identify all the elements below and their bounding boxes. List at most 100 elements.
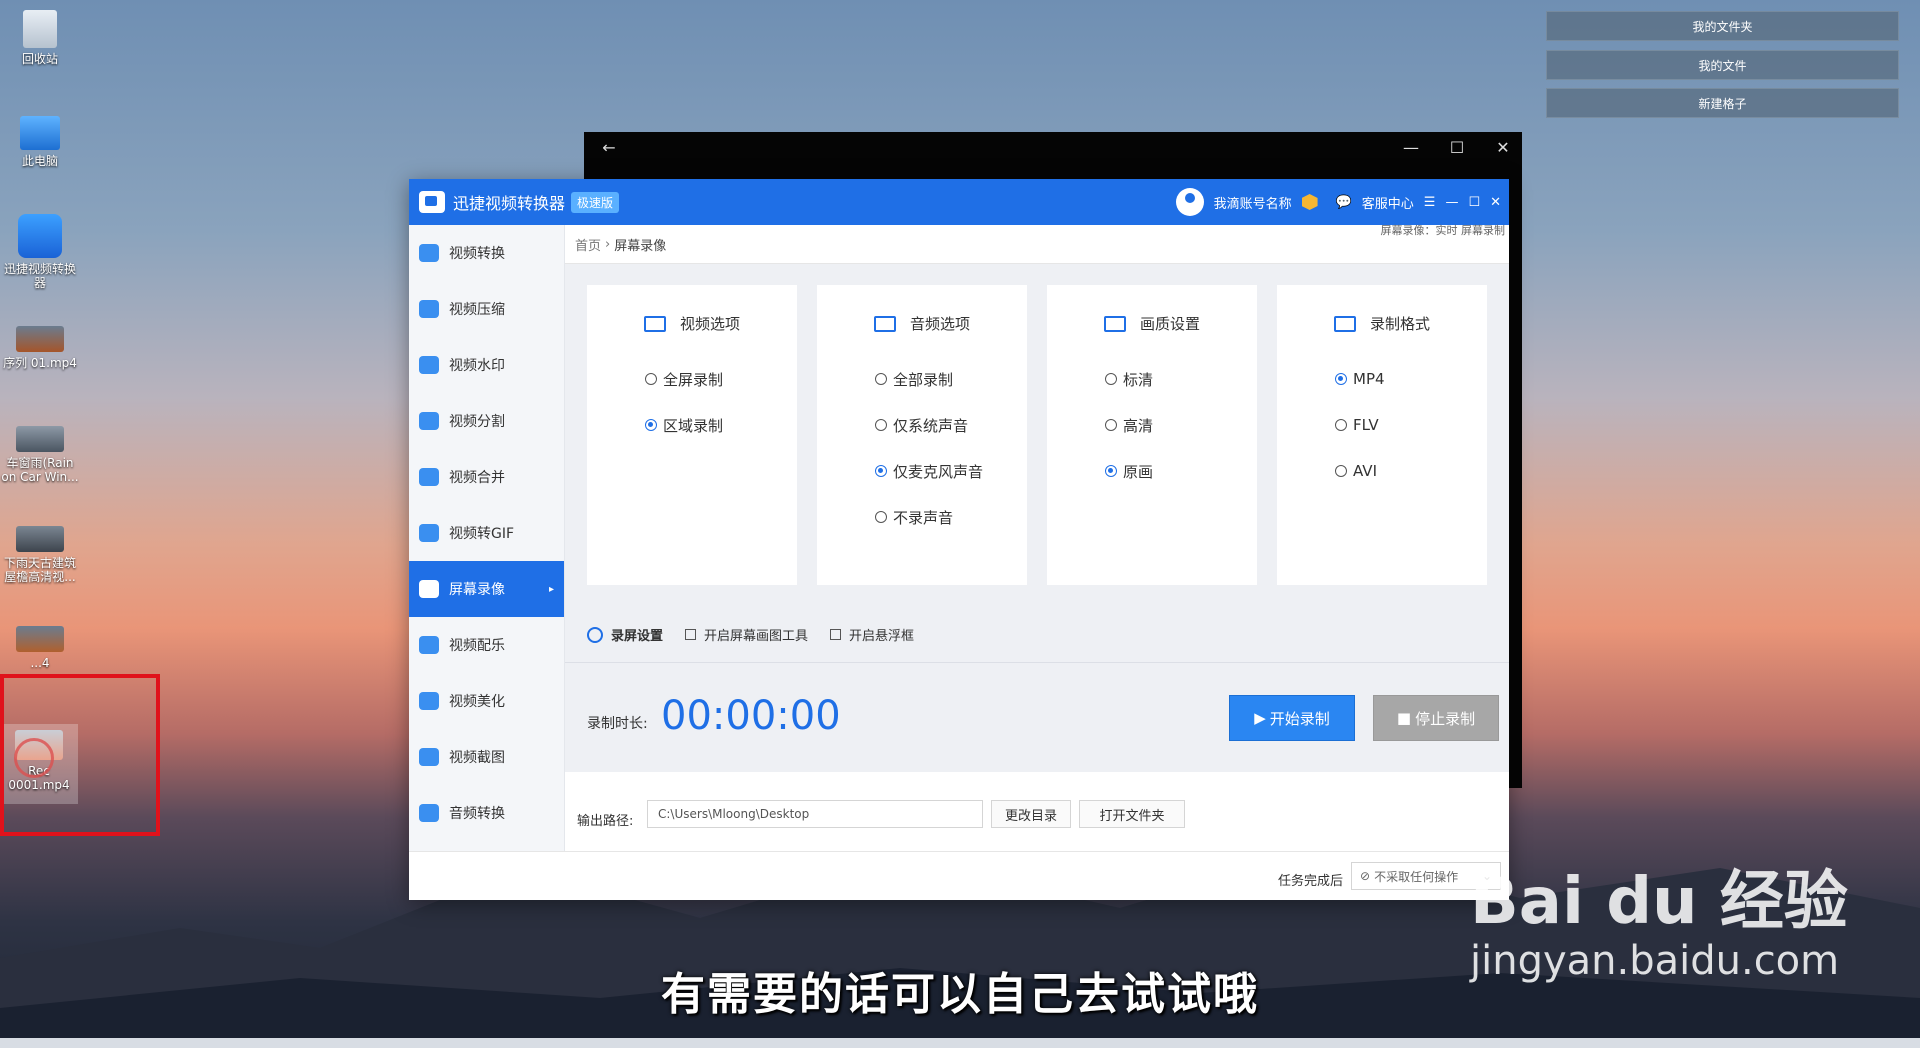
breadcrumb-current: 屏幕录像 <box>614 238 667 254</box>
quality-options-card: 画质设置 标清 高清 原画 <box>1047 285 1257 585</box>
card-title: 视频选项 <box>679 315 740 333</box>
minimize-icon[interactable]: — <box>1396 138 1426 157</box>
radio-button[interactable] <box>875 419 887 431</box>
video-thumbnail-icon <box>16 426 64 452</box>
this-pc-icon[interactable]: 此电脑 <box>0 116 80 168</box>
radio-fullscreen[interactable]: 全屏录制 <box>587 356 797 402</box>
radio-button[interactable] <box>875 373 887 385</box>
drawing-tool-checkbox[interactable] <box>685 629 697 640</box>
radio-all-audio[interactable]: 全部录制 <box>817 356 1027 402</box>
radio-original[interactable]: 原画 <box>1047 448 1257 494</box>
customer-service-link[interactable]: 客服中心 <box>1362 193 1414 212</box>
right-button-my-files[interactable]: 我的文件 <box>1546 50 1899 80</box>
sidebar-item-video-merge[interactable]: 视频合并 <box>409 449 564 505</box>
recycle-bin-icon[interactable]: 回收站 <box>0 10 80 66</box>
radio-mic-audio[interactable]: 仅麦克风声音 <box>817 448 1027 494</box>
sidebar-item-screen-record[interactable]: 屏幕录像 <box>409 561 564 617</box>
sidebar-item-audio-convert[interactable]: 音频转换 <box>409 785 564 841</box>
app-maximize-icon[interactable]: ☐ <box>1468 195 1480 210</box>
radio-flv[interactable]: FLV <box>1277 402 1487 448</box>
sidebar-item-video-beautify[interactable]: 视频美化 <box>409 673 564 729</box>
right-button-my-folder[interactable]: 我的文件夹 <box>1546 11 1899 41</box>
sidebar-item-label: 视频压缩 <box>449 302 505 318</box>
record-settings-label[interactable]: 录屏设置 <box>611 625 663 644</box>
radio-button-selected[interactable] <box>1335 373 1347 385</box>
after-task-label: 任务完成后 <box>1277 874 1343 889</box>
sidebar-item-video-compress[interactable]: 视频压缩 <box>409 281 564 337</box>
drawing-tool-label[interactable]: 开启屏幕画图工具 <box>704 625 808 644</box>
record-timer: 00:00:00 <box>661 693 841 739</box>
chat-bubble-icon: 💬 <box>1335 194 1352 210</box>
desktop-icon-label: 车窗雨(Rain on Car Win... <box>1 456 79 484</box>
menu-icon[interactable]: ☰ <box>1424 195 1436 210</box>
account-name[interactable]: 我滴账号名称 <box>1214 193 1292 212</box>
breadcrumb-separator-icon: › <box>605 236 611 252</box>
sidebar-item-video-screenshot[interactable]: 视频截图 <box>409 729 564 785</box>
radio-button-selected[interactable] <box>645 419 657 431</box>
video-file-4-icon[interactable]: ...4 <box>0 626 80 670</box>
video-thumbnail-icon <box>16 326 64 352</box>
radio-no-audio[interactable]: 不录声音 <box>817 494 1027 540</box>
video-file-2-icon[interactable]: 车窗雨(Rain on Car Win... <box>0 426 80 484</box>
gear-icon[interactable] <box>587 626 603 643</box>
format-options-card: 录制格式 MP4 FLV AVI <box>1277 285 1487 585</box>
video-file-3-icon[interactable]: 下雨天古建筑屋檐高清视... <box>0 526 80 584</box>
after-task-value: 不采取任何操作 <box>1374 869 1459 884</box>
video-options-card: 视频选项 全屏录制 区域录制 <box>587 285 797 585</box>
radio-avi[interactable]: AVI <box>1277 448 1487 494</box>
record-settings-row: 录屏设置 开启屏幕画图工具 开启悬浮框 <box>587 625 914 644</box>
radio-sd[interactable]: 标清 <box>1047 356 1257 402</box>
card-title: 音频选项 <box>909 315 970 333</box>
sidebar-item-video-convert[interactable]: 视频转换 <box>409 225 564 281</box>
option-label: 不录声音 <box>893 508 954 527</box>
right-button-new-grid[interactable]: 新建格子 <box>1546 88 1899 118</box>
beautify-icon <box>419 692 439 710</box>
vip-hexagon-icon[interactable] <box>1301 194 1318 210</box>
desktop-icon-label: 回收站 <box>21 52 58 66</box>
baidu-watermark: Bai du 经验 jingyan.baidu.com <box>1470 850 1848 984</box>
change-dir-button[interactable]: 更改目录 <box>991 800 1071 828</box>
sidebar-item-label: 音频转换 <box>449 806 505 822</box>
radio-button[interactable] <box>1105 419 1117 431</box>
radio-button-selected[interactable] <box>1105 465 1117 477</box>
radio-hd[interactable]: 高清 <box>1047 402 1257 448</box>
radio-button[interactable] <box>1335 465 1347 477</box>
video-file-1-icon[interactable]: 序列 01.mp4 <box>0 326 80 370</box>
app-window: 迅捷视频转换器 极速版 我滴账号名称 💬 客服中心 ☰ — ☐ ✕ 视频转换 视… <box>409 179 1509 900</box>
radio-system-audio[interactable]: 仅系统声音 <box>817 402 1027 448</box>
output-path-field[interactable]: C:\Users\Mloong\Desktop <box>647 800 983 828</box>
watermark-url: jingyan.baidu.com <box>1470 938 1840 984</box>
sidebar-item-label: 视频截图 <box>449 750 505 766</box>
xunjie-shortcut-icon[interactable]: 迅捷视频转换器 <box>0 214 80 290</box>
back-arrow-icon[interactable]: ← <box>594 138 624 157</box>
app-close-icon[interactable]: ✕ <box>1490 195 1501 210</box>
desktop-icon-label: 此电脑 <box>21 154 58 168</box>
radio-button-selected[interactable] <box>875 465 887 477</box>
sidebar-item-video-music[interactable]: 视频配乐 <box>409 617 564 673</box>
sidebar-item-label: 视频分割 <box>449 414 505 430</box>
sidebar-item-video-split[interactable]: 视频分割 <box>409 393 564 449</box>
stop-record-label: 停止录制 <box>1415 709 1476 728</box>
video-play-icon <box>643 315 666 332</box>
breadcrumb-home[interactable]: 首页 <box>575 235 601 254</box>
radio-button[interactable] <box>645 373 657 385</box>
close-icon[interactable]: ✕ <box>1488 138 1518 157</box>
radio-button[interactable] <box>875 511 887 523</box>
sidebar-item-video-gif[interactable]: 视频转GIF <box>409 505 564 561</box>
radio-button[interactable] <box>1335 419 1347 431</box>
sidebar-item-video-watermark[interactable]: 视频水印 <box>409 337 564 393</box>
radio-mp4[interactable]: MP4 <box>1277 356 1487 402</box>
maximize-icon[interactable]: ☐ <box>1442 138 1472 157</box>
option-label: 仅系统声音 <box>893 416 969 435</box>
option-label: 仅麦克风声音 <box>893 462 984 481</box>
user-avatar-icon[interactable] <box>1175 188 1204 216</box>
radio-region[interactable]: 区域录制 <box>587 402 797 448</box>
stop-record-button[interactable]: ■ 停止录制 <box>1373 695 1499 741</box>
floating-box-checkbox[interactable] <box>830 629 842 640</box>
open-folder-button[interactable]: 打开文件夹 <box>1079 800 1185 828</box>
floating-box-label[interactable]: 开启悬浮框 <box>849 625 914 644</box>
radio-button[interactable] <box>1105 373 1117 385</box>
start-record-button[interactable]: ▶ 开始录制 <box>1229 695 1355 741</box>
recycle-bin-glyph-icon <box>23 10 57 48</box>
app-minimize-icon[interactable]: — <box>1445 195 1458 210</box>
